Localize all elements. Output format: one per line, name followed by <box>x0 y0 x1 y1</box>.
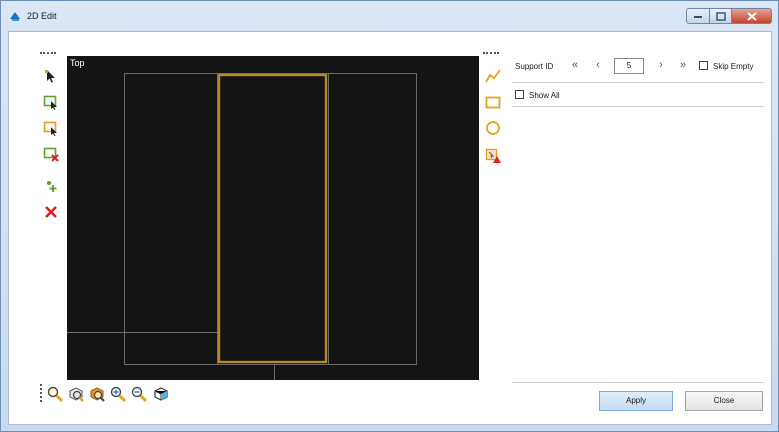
selected-support <box>217 73 328 364</box>
circle-icon[interactable] <box>485 120 501 136</box>
close-icon <box>746 11 757 21</box>
bottom-toolbar-grip[interactable] <box>40 384 42 402</box>
zoom-extents-icon[interactable] <box>89 386 105 402</box>
window-title: 2D Edit <box>27 11 57 21</box>
zoom-out-icon[interactable] <box>131 386 147 402</box>
warning-shape-icon[interactable] <box>485 148 501 164</box>
skip-empty-label: Skip Empty <box>713 62 754 71</box>
minimize-icon <box>694 16 702 18</box>
delete-rect-icon[interactable] <box>43 146 59 162</box>
last-button[interactable]: » <box>677 58 689 72</box>
close-window-button[interactable] <box>732 8 772 24</box>
next-button[interactable]: › <box>655 58 667 72</box>
app-logo-icon <box>10 12 20 21</box>
select-rect-green-icon[interactable] <box>43 94 59 110</box>
maximize-button[interactable] <box>710 8 732 24</box>
view-cube-icon[interactable] <box>153 386 169 402</box>
rectangle-icon[interactable] <box>485 94 501 110</box>
outer-boundary <box>124 73 417 365</box>
zoom-box-icon[interactable] <box>68 386 84 402</box>
close-button[interactable]: Close <box>685 391 763 411</box>
maximize-icon <box>715 11 726 21</box>
divider <box>512 382 764 383</box>
window: 2D Edit Top Support ID « ‹ 5 › » Skip Em… <box>0 0 779 432</box>
support-id-input[interactable]: 5 <box>614 58 644 74</box>
top-viewport[interactable]: Top <box>67 56 479 380</box>
viewport-geometry <box>67 73 417 380</box>
zoom-icon[interactable] <box>47 386 63 402</box>
support-id-label: Support ID <box>515 62 554 71</box>
divider <box>512 106 764 107</box>
minimize-button[interactable] <box>686 8 710 24</box>
shape-toolbar-grip[interactable] <box>483 52 499 54</box>
add-point-icon[interactable] <box>43 178 59 194</box>
select-rect-orange-icon[interactable] <box>43 120 59 136</box>
previous-button[interactable]: ‹ <box>592 58 604 72</box>
skip-empty-checkbox[interactable] <box>699 61 708 70</box>
polyline-icon[interactable] <box>485 68 501 84</box>
window-controls <box>686 8 772 24</box>
viewport-label: Top <box>70 58 85 68</box>
title-bar[interactable]: 2D Edit <box>1 1 778 31</box>
toolbar-grip[interactable] <box>40 52 56 54</box>
apply-button[interactable]: Apply <box>599 391 673 411</box>
dialog-body: Top Support ID « ‹ 5 › » Skip Empty Show… <box>8 31 772 425</box>
first-button[interactable]: « <box>569 58 581 72</box>
divider <box>512 82 764 83</box>
show-all-checkbox[interactable] <box>515 90 524 99</box>
delete-x-icon[interactable] <box>43 204 59 220</box>
show-all-label: Show All <box>529 91 560 100</box>
zoom-in-icon[interactable] <box>110 386 126 402</box>
select-arrow-icon[interactable] <box>43 68 59 84</box>
